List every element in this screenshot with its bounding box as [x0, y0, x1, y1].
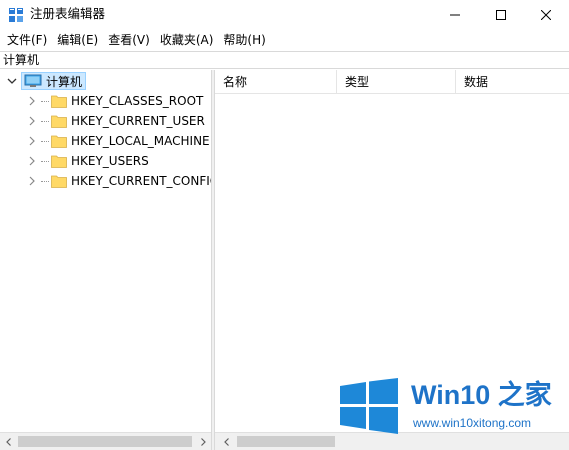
scroll-right-arrow[interactable] — [194, 433, 211, 450]
chevron-right-icon[interactable] — [26, 155, 38, 167]
close-button[interactable] — [523, 0, 569, 30]
chevron-right-icon[interactable] — [26, 115, 38, 127]
watermark-brand: Win10 之家 — [411, 380, 552, 410]
scroll-left-arrow[interactable] — [218, 433, 235, 450]
menu-edit[interactable]: 编辑(E) — [52, 30, 103, 50]
folder-icon — [51, 135, 67, 148]
tree-label-computer: 计算机 — [46, 74, 83, 89]
tree-label-hkcc: HKEY_CURRENT_CONFIG — [71, 174, 220, 188]
scroll-left-arrow[interactable] — [0, 433, 17, 450]
chevron-left-icon — [5, 437, 11, 446]
column-header-data[interactable]: 数据 — [456, 70, 569, 94]
tree-item-hklm[interactable]: HKEY_LOCAL_MACHINE — [26, 131, 210, 151]
title-bar[interactable]: 注册表编辑器 — [0, 0, 569, 30]
tree-label-hklm: HKEY_LOCAL_MACHINE — [71, 134, 210, 148]
minimize-icon — [450, 14, 460, 16]
folder-icon — [51, 115, 67, 128]
tree-connector — [41, 180, 49, 182]
column-header-type[interactable]: 类型 — [337, 70, 456, 94]
tree-connector — [41, 140, 49, 142]
menu-help[interactable]: 帮助(H) — [218, 30, 270, 50]
column-header-name[interactable]: 名称 — [215, 70, 337, 94]
menu-view[interactable]: 查看(V) — [103, 30, 155, 50]
tree-label-hku: HKEY_USERS — [71, 154, 149, 168]
tree-label-hkcr: HKEY_CLASSES_ROOT — [71, 94, 204, 108]
minimize-button[interactable] — [432, 0, 478, 30]
folder-icon — [51, 95, 67, 108]
computer-icon — [24, 74, 42, 87]
address-path[interactable]: 计算机 — [3, 53, 39, 68]
window-title: 注册表编辑器 — [30, 6, 106, 21]
tree-connector — [41, 120, 49, 122]
tree-item-hku[interactable]: HKEY_USERS — [26, 151, 149, 171]
chevron-left-icon — [223, 437, 229, 446]
maximize-icon — [496, 10, 506, 20]
close-icon — [541, 10, 551, 20]
menu-file[interactable]: 文件(F) — [2, 30, 52, 50]
tree-item-computer[interactable]: 计算机 — [6, 71, 87, 91]
scrollbar-thumb[interactable] — [18, 436, 192, 447]
chevron-right-icon[interactable] — [26, 135, 38, 147]
address-bar[interactable]: 计算机 — [0, 51, 569, 69]
maximize-button[interactable] — [478, 0, 524, 30]
key-tree-pane[interactable]: 计算机 HKEY_CLASSES_ROOT HKEY_CURRENT_USER … — [0, 70, 219, 432]
folder-icon — [51, 175, 67, 188]
chevron-right-icon[interactable] — [26, 95, 38, 107]
windows-logo-icon — [340, 378, 398, 434]
regedit-app-icon — [9, 8, 23, 22]
menu-favorites[interactable]: 收藏夹(A) — [155, 30, 219, 50]
chevron-right-icon[interactable] — [26, 175, 38, 187]
tree-item-hkcr[interactable]: HKEY_CLASSES_ROOT — [26, 91, 203, 111]
watermark-url: www.win10xitong.com — [413, 416, 532, 430]
tree-horizontal-scrollbar[interactable] — [0, 432, 211, 450]
tree-label-hkcu: HKEY_CURRENT_USER — [71, 114, 205, 128]
tree-item-hkcu[interactable]: HKEY_CURRENT_USER — [26, 111, 205, 131]
chevron-down-icon[interactable] — [6, 75, 18, 87]
watermark: Win10 之家 www.win10xitong.com — [335, 378, 569, 438]
chevron-right-icon — [200, 437, 206, 446]
tree-root-selected[interactable]: 计算机 — [21, 72, 87, 90]
tree-connector — [41, 160, 49, 162]
folder-icon — [51, 155, 67, 168]
tree-connector — [41, 100, 49, 102]
list-header: 名称 类型 数据 — [215, 70, 569, 94]
tree-item-hkcc[interactable]: HKEY_CURRENT_CONFIG — [26, 171, 219, 191]
scrollbar-thumb[interactable] — [237, 436, 335, 447]
menu-bar: 文件(F) 编辑(E) 查看(V) 收藏夹(A) 帮助(H) — [0, 30, 569, 50]
